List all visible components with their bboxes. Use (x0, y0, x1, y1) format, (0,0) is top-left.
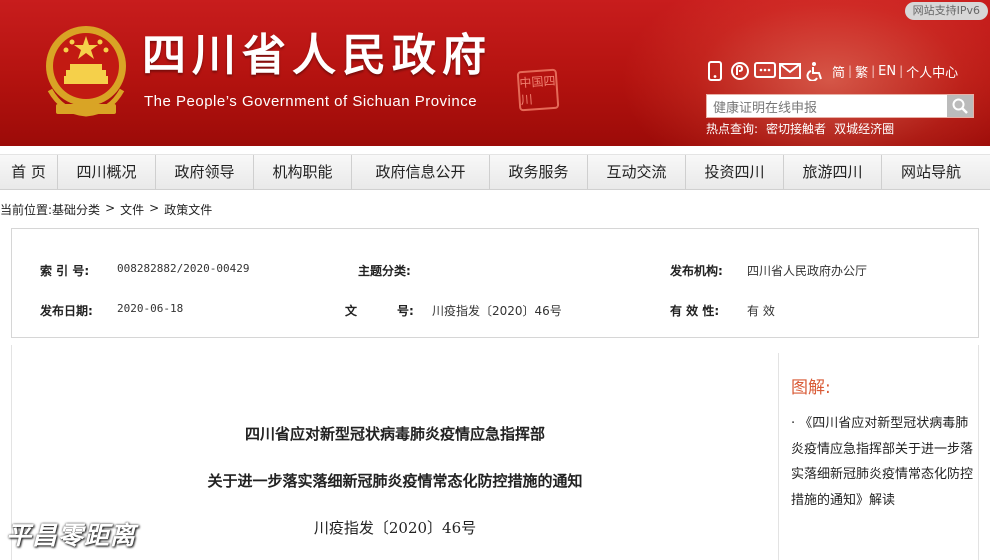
doc-number-label-suffix: 号: (397, 304, 414, 318)
national-emblem-icon (46, 26, 126, 117)
hot-search-label: 热点查询: (706, 122, 759, 136)
validity-label: 有 效 性: (670, 304, 720, 318)
document-title-line1: 四川省应对新型冠状病毒肺炎疫情应急指挥部 (244, 425, 545, 443)
category-label: 主题分类: (358, 264, 411, 278)
date-value: 2020-06-18 (117, 302, 184, 315)
breadcrumb: 当前位置: 基础分类 > 文件 > 政策文件 (0, 201, 212, 218)
date-label: 发布日期: (40, 304, 93, 318)
document-title-line2: 关于进一步落实落细新冠肺炎疫情常态化防控措施的通知 (207, 472, 583, 490)
hot-search: 热点查询: 密切接触者 双城经济圈 (706, 120, 894, 137)
search-input[interactable] (707, 95, 947, 117)
validity-value: 有 效 (747, 304, 775, 318)
nav-item-services[interactable]: 政务服务 (490, 155, 588, 189)
nav-item-invest[interactable]: 投资四川 (686, 155, 784, 189)
search-icon (952, 98, 968, 114)
nav-item-agencies[interactable]: 机构职能 (254, 155, 352, 189)
breadcrumb-item[interactable]: 文件 (120, 201, 144, 218)
nav-item-leaders[interactable]: 政府领导 (156, 155, 254, 189)
site-title: 四川省人民政府 (142, 30, 492, 81)
traditional-chinese-link[interactable]: 繁 (852, 62, 871, 81)
weibo-icon[interactable] (729, 60, 751, 82)
seal-stamp-icon: 中国四川 (516, 68, 560, 112)
breadcrumb-separator: > (105, 201, 116, 215)
header-tools: 简 | 繁 | EN | 个人中心 (704, 60, 961, 82)
search-button[interactable] (947, 95, 973, 117)
issuer-label: 发布机构: (670, 264, 723, 278)
accessibility-icon[interactable] (804, 60, 826, 82)
nav-item-tourism[interactable]: 旅游四川 (784, 155, 882, 189)
issuer-value: 四川省人民政府办公厅 (747, 264, 868, 278)
watermark: 平昌零距离 (6, 521, 137, 550)
document-content: 四川省应对新型冠状病毒肺炎疫情应急指挥部 关于进一步落实落细新冠肺炎疫情常态化防… (11, 345, 979, 560)
mobile-icon[interactable] (704, 60, 726, 82)
nav-item-home[interactable]: 首 页 (0, 155, 58, 189)
breadcrumb-item[interactable]: 政策文件 (164, 201, 212, 218)
document-meta: 索 引 号: 008282882/2020-00429 主题分类: 发布机构: … (11, 228, 979, 338)
doc-number-label: 文 (345, 304, 358, 318)
nav-item-info-disclosure[interactable]: 政府信息公开 (352, 155, 490, 189)
nav-item-interaction[interactable]: 互动交流 (588, 155, 686, 189)
personal-center-link[interactable]: 个人中心 (903, 62, 961, 81)
page: 四川省人民政府 The People’s Government of Sichu… (0, 0, 990, 560)
infographic-aside: 图解: · 《四川省应对新型冠状病毒肺炎疫情应急指挥部关于进一步落实落细新冠肺炎… (778, 353, 980, 560)
search-box (706, 94, 974, 118)
mail-icon[interactable] (779, 60, 801, 82)
site-subtitle: The People’s Government of Sichuan Provi… (144, 93, 478, 110)
simplified-chinese-link[interactable]: 简 (829, 62, 848, 81)
wechat-icon[interactable] (754, 60, 776, 82)
index-value: 008282882/2020-00429 (117, 262, 250, 275)
site-header: 四川省人民政府 The People’s Government of Sichu… (0, 0, 990, 146)
breadcrumb-label: 当前位置: (0, 203, 53, 217)
english-link[interactable]: EN (875, 64, 899, 79)
doc-number-value: 川疫指发〔2020〕46号 (432, 304, 562, 318)
index-label: 索 引 号: (40, 264, 90, 278)
hot-search-item[interactable]: 双城经济圈 (834, 120, 894, 137)
aside-title: 图解: (791, 378, 831, 398)
hot-search-item[interactable]: 密切接触者 (766, 120, 826, 137)
breadcrumb-item[interactable]: 基础分类 (52, 201, 100, 218)
nav-item-site-map[interactable]: 网站导航 (882, 155, 980, 189)
nav-item-overview[interactable]: 四川概况 (58, 155, 156, 189)
ipv6-badge: 网站支持IPv6 (904, 2, 988, 20)
breadcrumb-separator: > (149, 201, 160, 215)
aside-link[interactable]: · 《四川省应对新型冠状病毒肺炎疫情应急指挥部关于进一步落实落细新冠肺炎疫情常态… (791, 411, 973, 513)
main-nav: 首 页 四川概况 政府领导 机构职能 政府信息公开 政务服务 互动交流 投资四川… (0, 154, 990, 190)
